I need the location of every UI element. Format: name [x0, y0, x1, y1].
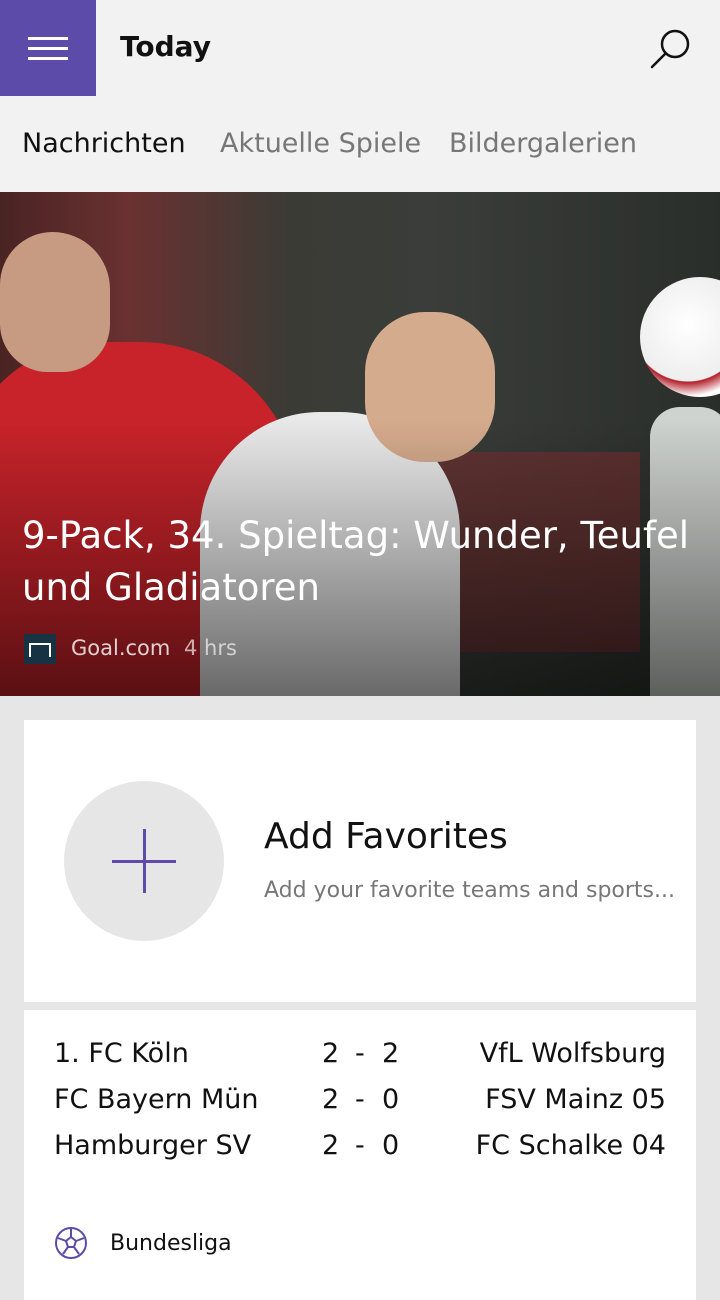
article-source: Goal.com — [71, 636, 171, 660]
tab-bar: Nachrichten Aktuelle Spiele Bildergaleri… — [0, 96, 720, 192]
home-team: 1. FC Köln — [54, 1038, 189, 1069]
add-favorites-title: Add Favorites — [264, 816, 508, 857]
tab-nachrichten[interactable]: Nachrichten — [22, 128, 186, 159]
away-score: 0 — [382, 1084, 400, 1115]
score-separator: - — [355, 1038, 365, 1069]
match-row[interactable]: 1. FC Köln 2 - 2 VfL Wolfsburg — [24, 1038, 696, 1078]
soccer-ball-icon — [55, 1227, 87, 1259]
away-score: 2 — [382, 1038, 400, 1069]
score-separator: - — [355, 1084, 365, 1115]
hamburger-menu-icon[interactable] — [0, 0, 96, 96]
tab-aktuelle-spiele[interactable]: Aktuelle Spiele — [220, 128, 421, 159]
hero-article[interactable]: 9-Pack, 34. Spieltag: Wunder, Teufel und… — [0, 192, 720, 696]
scores-card[interactable]: 1. FC Köln 2 - 2 VfL Wolfsburg FC Bayern… — [24, 1010, 696, 1300]
league-name[interactable]: Bundesliga — [110, 1231, 232, 1256]
page-title: Today — [120, 30, 211, 63]
match-row[interactable]: FC Bayern München 2 - 0 FSV Mainz 05 — [24, 1084, 696, 1124]
away-team: VfL Wolfsburg — [479, 1038, 666, 1069]
add-favorites-card[interactable]: Add Favorites Add your favorite teams an… — [24, 720, 696, 1002]
home-team: Hamburger SV — [54, 1130, 252, 1161]
home-team: FC Bayern München — [54, 1084, 260, 1115]
top-bar: Today — [0, 0, 720, 96]
score-separator: - — [355, 1130, 365, 1161]
home-score: 2 — [322, 1038, 340, 1069]
away-team: FSV Mainz 05 — [485, 1084, 666, 1115]
goal-logo-icon — [24, 634, 56, 664]
home-score: 2 — [322, 1130, 340, 1161]
tab-bildergalerien[interactable]: Bildergalerien — [449, 128, 637, 159]
hero-headline[interactable]: 9-Pack, 34. Spieltag: Wunder, Teufel und… — [22, 510, 692, 614]
article-time: 4 hrs — [184, 636, 237, 660]
away-team: FC Schalke 04 — [475, 1130, 666, 1161]
add-favorites-button[interactable] — [64, 781, 224, 941]
away-score: 0 — [382, 1130, 400, 1161]
add-favorites-subtitle: Add your favorite teams and sports... — [264, 878, 675, 903]
match-row[interactable]: Hamburger SV 2 - 0 FC Schalke 04 — [24, 1130, 696, 1170]
search-icon[interactable] — [648, 26, 694, 72]
home-score: 2 — [322, 1084, 340, 1115]
